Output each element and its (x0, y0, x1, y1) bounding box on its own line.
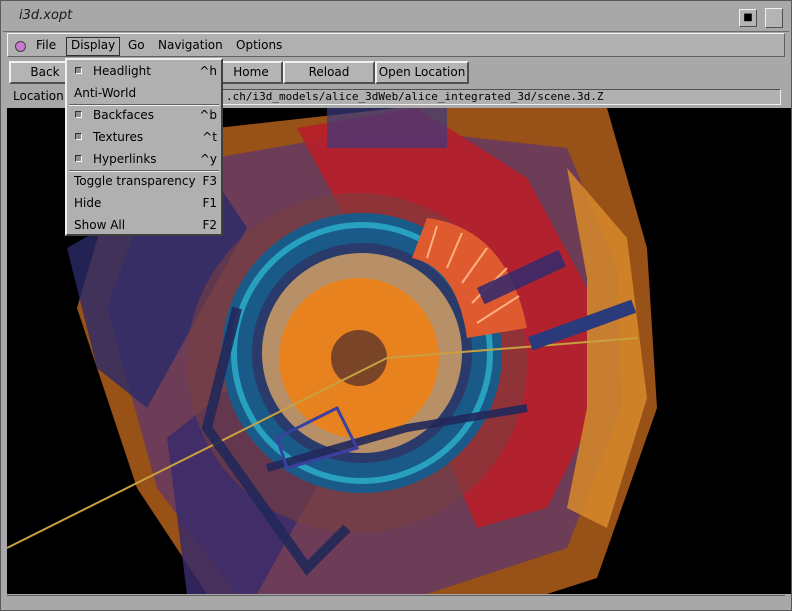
menu-navigation[interactable]: Navigation (154, 37, 227, 54)
app-menu-dot-icon[interactable] (15, 41, 26, 52)
toggle-transparency-label: Toggle transparency (74, 174, 196, 188)
show-all-label: Show All (74, 218, 126, 232)
menu-options[interactable]: Options (232, 37, 286, 54)
backfaces-label: Backfaces (93, 108, 154, 122)
window-menu-icon[interactable]: ■ (739, 9, 757, 27)
menu-item-headlight[interactable]: Headlight ^h (67, 60, 221, 82)
reload-button[interactable]: Reload (283, 61, 375, 84)
headlight-accel: ^h (199, 64, 217, 78)
top-bracket (327, 108, 447, 148)
open-location-button[interactable]: Open Location (375, 61, 469, 84)
hyperlinks-label: Hyperlinks (93, 152, 157, 166)
backfaces-accel: ^b (199, 108, 217, 122)
menu-item-hide[interactable]: Hide F1 (67, 192, 221, 214)
app-window: i3d.xopt ■ File Display Go Navigation Op… (0, 0, 792, 611)
menu-item-toggle-transparency[interactable]: Toggle transparency F3 (67, 170, 221, 192)
menu-file[interactable]: File (32, 37, 60, 54)
backfaces-checkbox-icon[interactable] (75, 111, 82, 118)
hide-label: Hide (74, 196, 102, 210)
menu-bar: File Display Go Navigation Options (7, 33, 785, 57)
menu-item-backfaces[interactable]: Backfaces ^b (67, 104, 221, 126)
location-label: Location (13, 89, 64, 103)
beam-pipe-hole (331, 330, 387, 386)
menu-item-show-all[interactable]: Show All F2 (67, 214, 221, 236)
menu-item-hyperlinks[interactable]: Hyperlinks ^y (67, 148, 221, 170)
headlight-checkbox-icon[interactable] (75, 67, 82, 74)
textures-accel: ^t (202, 130, 217, 144)
textures-label: Textures (93, 130, 144, 144)
toggle-transparency-accel: F3 (202, 174, 217, 188)
title-bar[interactable]: i3d.xopt ■ (3, 3, 789, 32)
maximize-icon[interactable] (765, 8, 783, 28)
menu-item-anti-world[interactable]: Anti-World (67, 82, 221, 104)
home-button[interactable]: Home (219, 61, 283, 84)
display-menu: Headlight ^h Anti-World Backfaces ^b Tex… (65, 58, 223, 236)
menu-display[interactable]: Display (66, 37, 121, 56)
menu-item-textures[interactable]: Textures ^t (67, 126, 221, 148)
window-title: i3d.xopt (19, 8, 73, 23)
status-bar (7, 595, 785, 610)
textures-checkbox-icon[interactable] (75, 133, 82, 140)
hide-accel: F1 (202, 196, 217, 210)
hyperlinks-accel: ^y (199, 152, 217, 166)
show-all-accel: F2 (202, 218, 217, 232)
headlight-label: Headlight (93, 64, 151, 78)
hyperlinks-checkbox-icon[interactable] (75, 155, 82, 162)
menu-go[interactable]: Go (124, 37, 149, 54)
anti-world-label: Anti-World (74, 86, 137, 100)
